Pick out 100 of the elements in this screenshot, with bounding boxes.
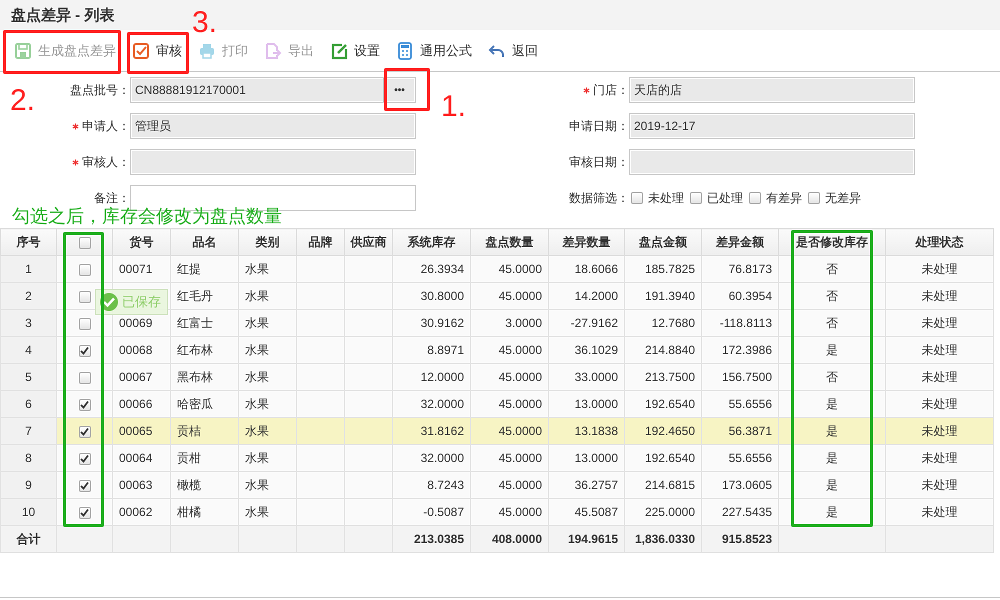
table-cell: 未处理 xyxy=(886,310,994,336)
table-cell: 未处理 xyxy=(886,256,994,282)
table-cell: 13.0000 xyxy=(548,390,624,418)
table-cell: 45.0000 xyxy=(470,418,548,444)
table-cell: 191.3940 xyxy=(624,282,702,310)
checkbox[interactable] xyxy=(78,264,90,276)
checkbox[interactable] xyxy=(808,192,820,204)
checkbox[interactable] xyxy=(690,192,702,204)
row-number: 3 xyxy=(0,310,56,336)
table-cell: 00065 xyxy=(112,418,170,444)
toolbar-button[interactable]: 通用公式 xyxy=(388,30,480,70)
table-cell: -118.8113 xyxy=(702,310,778,336)
checkbox[interactable] xyxy=(78,372,90,384)
table-cell: 156.7500 xyxy=(702,364,778,390)
table-cell: 00068 xyxy=(112,336,170,364)
table-cell: -0.5087 xyxy=(392,498,470,526)
column-header: 差异数量 xyxy=(548,228,624,256)
checkbox[interactable] xyxy=(631,192,643,204)
table-cell: 水果 xyxy=(238,310,296,336)
table-cell: 173.0605 xyxy=(702,472,778,498)
table-cell: 30.8000 xyxy=(392,282,470,310)
step-number: 1. xyxy=(441,92,466,122)
column-header: 盘点金额 xyxy=(624,228,702,256)
table-cell: 00071 xyxy=(112,256,170,282)
printer-icon xyxy=(198,42,216,60)
table-cell: 是 xyxy=(778,472,886,498)
total-cell: 1,836.0330 xyxy=(624,526,702,552)
column-header: 货号 xyxy=(112,228,170,256)
table-cell: 45.0000 xyxy=(470,472,548,498)
table-cell: 31.8162 xyxy=(392,418,470,444)
table-cell: 32.0000 xyxy=(392,390,470,418)
table-cell: 172.3986 xyxy=(702,336,778,364)
table-cell: 8.8971 xyxy=(392,336,470,364)
step-number: 2. xyxy=(10,86,36,116)
checkbox-label: 未处理 xyxy=(648,190,684,207)
table-cell: 192.6540 xyxy=(624,444,702,472)
table-cell: 55.6556 xyxy=(702,390,778,418)
toolbar-button[interactable]: 返回 xyxy=(480,30,546,70)
checkbox[interactable] xyxy=(78,236,90,249)
table-cell: 00063 xyxy=(112,472,170,498)
input-field[interactable] xyxy=(629,149,915,175)
column-header: 供应商 xyxy=(344,228,392,256)
checkbox[interactable] xyxy=(78,426,90,438)
input-field[interactable] xyxy=(130,149,416,175)
calculator-icon xyxy=(396,42,414,60)
table-cell: 56.3871 xyxy=(702,418,778,444)
table-cell: 未处理 xyxy=(886,390,994,418)
row-number: 4 xyxy=(0,336,56,364)
input-field[interactable]: 天店的店 xyxy=(629,77,915,103)
table-cell: 否 xyxy=(778,310,886,336)
total-cell: 915.8523 xyxy=(702,526,778,552)
table-cell: 33.0000 xyxy=(548,364,624,390)
input-field[interactable]: 管理员 xyxy=(130,113,416,139)
total-cell: 213.0385 xyxy=(392,526,470,552)
annotation-note: 勾选之后，库存会修改为盘点数量 xyxy=(12,207,282,225)
table-cell: 185.7825 xyxy=(624,256,702,282)
table-cell: 214.6815 xyxy=(624,472,702,498)
table-cell: 192.4650 xyxy=(624,418,702,444)
checkbox[interactable] xyxy=(78,480,90,492)
table-cell: 贡桔 xyxy=(170,418,238,444)
toolbar-button[interactable]: 审核 xyxy=(124,30,190,70)
checkbox[interactable] xyxy=(78,318,90,330)
table-cell: 是 xyxy=(778,444,886,472)
column-header: 品名 xyxy=(170,228,238,256)
table-cell: 水果 xyxy=(238,364,296,390)
field-label: 备注： xyxy=(94,190,130,206)
table-cell: 213.7500 xyxy=(624,364,702,390)
table-cell: 否 xyxy=(778,364,886,390)
total-label: 合计 xyxy=(0,526,56,552)
table-cell: 12.7680 xyxy=(624,310,702,336)
checkbox[interactable] xyxy=(78,452,90,465)
checkbox[interactable] xyxy=(78,506,90,519)
check-circle-icon xyxy=(99,292,119,312)
row-number: 7 xyxy=(0,418,56,444)
table-cell: 45.0000 xyxy=(470,498,548,526)
table-cell: 未处理 xyxy=(886,364,994,390)
table-cell: 45.0000 xyxy=(470,336,548,364)
checkbox[interactable] xyxy=(78,344,90,357)
checkbox[interactable] xyxy=(749,192,761,204)
input-field[interactable]: CN88881912170001 ••• xyxy=(130,77,416,103)
table-cell: 55.6556 xyxy=(702,444,778,472)
checkbox[interactable] xyxy=(78,398,90,411)
table-cell: 水果 xyxy=(238,390,296,418)
table-cell: 未处理 xyxy=(886,444,994,472)
table-cell: 水果 xyxy=(238,336,296,364)
lookup-button[interactable]: ••• xyxy=(383,78,415,102)
row-number: 10 xyxy=(0,498,56,526)
table-cell: 00064 xyxy=(112,444,170,472)
table-cell: 45.0000 xyxy=(470,364,548,390)
toolbar-button[interactable]: 设置 xyxy=(322,30,388,70)
input-field[interactable]: 2019-12-17 xyxy=(629,113,915,139)
table-cell: 227.5435 xyxy=(702,498,778,526)
table-cell: 否 xyxy=(778,282,886,310)
table-cell: 橄榄 xyxy=(170,472,238,498)
row-number: 6 xyxy=(0,390,56,418)
table-cell: 192.6540 xyxy=(624,390,702,418)
table-cell: 红毛丹 xyxy=(170,282,238,310)
checkbox[interactable] xyxy=(78,290,90,303)
highlight-box xyxy=(127,32,189,74)
table-cell: 水果 xyxy=(238,498,296,526)
